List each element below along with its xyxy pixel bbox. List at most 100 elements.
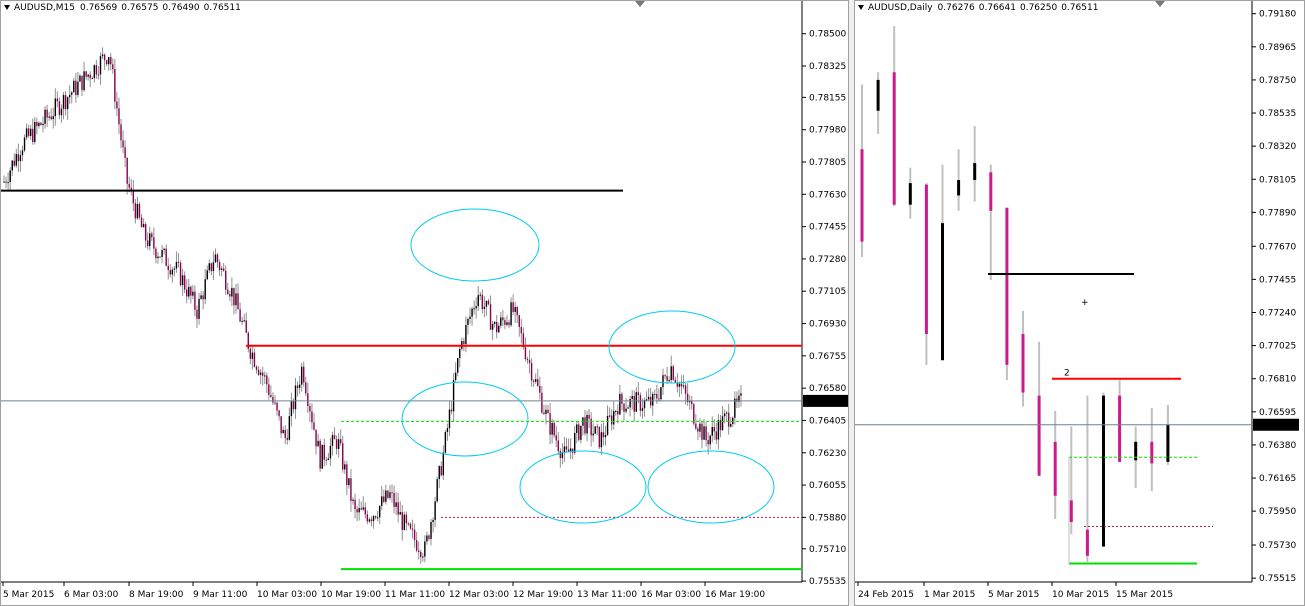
- candle-body: [621, 393, 623, 404]
- candle-body: [327, 458, 330, 460]
- menu-triangle-icon[interactable]: [4, 5, 10, 10]
- candle-body: [512, 302, 514, 312]
- candle-body: [682, 385, 685, 387]
- time-tick-label: 5 Mar 2015: [3, 590, 54, 600]
- candle-body: [147, 240, 149, 247]
- candle-body: [5, 181, 7, 183]
- price-tick-label: 0.78965: [1259, 43, 1296, 53]
- candle-body: [707, 440, 709, 445]
- candle-body: [434, 501, 436, 520]
- candle-body: [305, 382, 307, 394]
- candle-body: [469, 316, 471, 319]
- candle-body: [473, 308, 475, 310]
- candle-body: [378, 505, 381, 518]
- candle-body: [366, 514, 369, 522]
- candle-body: [740, 393, 742, 396]
- candle-body: [549, 413, 551, 435]
- chart-shift-arrow-icon[interactable]: [1155, 1, 1165, 7]
- time-tick-label: 16 Mar 03:00: [641, 590, 701, 600]
- candle-body: [397, 502, 399, 515]
- m15-chart-svg[interactable]: 0.78500 0.78325 0.78155 0.77980 0.77805 0.776…: [1, 1, 849, 606]
- candle-body: [383, 496, 385, 502]
- ellipse-annotation[interactable]: [647, 450, 775, 524]
- candle-body: [631, 396, 633, 399]
- time-tick-label: 10 Mar 2015: [1052, 590, 1109, 600]
- ellipse-annotation[interactable]: [519, 450, 647, 524]
- price-tick-label: 0.76405: [809, 416, 846, 426]
- candle-body: [120, 124, 122, 141]
- candle-body: [860, 149, 864, 242]
- candle-body: [237, 293, 239, 310]
- candle-body: [450, 409, 453, 412]
- candle-body: [46, 109, 48, 118]
- candle-body: [220, 268, 223, 270]
- candle-body: [42, 123, 44, 126]
- chart-window-daily[interactable]: AUDUSD,Daily 0.76276 0.76641 0.76250 0.76511…: [854, 0, 1305, 606]
- ellipse-annotation[interactable]: [401, 381, 529, 457]
- menu-triangle-icon[interactable]: [858, 5, 864, 10]
- candle-body: [444, 432, 447, 453]
- price-tick-label: 0.78325: [809, 62, 846, 72]
- candle-body: [459, 348, 461, 358]
- candle-body: [276, 402, 278, 411]
- price-tick-label: 0.76230: [809, 449, 846, 459]
- candle-body: [489, 304, 492, 330]
- annotation-number-label: 2: [1064, 369, 1070, 379]
- candle-body: [138, 203, 141, 218]
- candle-body: [360, 508, 362, 510]
- candle-body: [157, 256, 159, 259]
- candle-body: [292, 401, 295, 410]
- candle-body: [652, 393, 654, 406]
- candle-body: [149, 233, 151, 247]
- candle-body: [1166, 424, 1170, 462]
- candle-body: [87, 74, 89, 77]
- daily-chart-svg[interactable]: 0.79180 0.78965 0.78750 0.78535 0.78320 0.781…: [855, 1, 1305, 606]
- chart-window-m15[interactable]: AUDUSD,M15 0.76569 0.76575 0.76490 0.76511 0…: [0, 0, 849, 606]
- candle-body: [508, 322, 510, 326]
- candle-body: [342, 443, 344, 470]
- candle-body: [615, 410, 617, 412]
- candle-body: [73, 80, 75, 93]
- candle-body: [518, 315, 520, 327]
- candle-body: [91, 78, 93, 80]
- candle-body: [481, 294, 484, 309]
- candle-body: [713, 427, 716, 432]
- candle-body: [487, 300, 490, 305]
- candle-body: [1069, 500, 1073, 522]
- candle-body: [181, 275, 184, 286]
- candle-body: [452, 379, 455, 412]
- candle-body: [422, 556, 424, 558]
- ellipse-annotation[interactable]: [410, 208, 540, 282]
- candle-body: [664, 375, 666, 377]
- candle-body: [666, 376, 668, 381]
- candle-body: [684, 385, 687, 394]
- candle-body: [268, 384, 270, 395]
- candle-body: [253, 352, 256, 367]
- candle-body: [339, 439, 342, 444]
- chart-shift-arrow-icon[interactable]: [635, 1, 645, 7]
- candle-body: [417, 550, 420, 552]
- candle-body: [321, 444, 323, 469]
- candle-body: [25, 128, 28, 138]
- candle-body: [1085, 529, 1089, 556]
- candle-body: [212, 262, 215, 272]
- candle-body: [715, 431, 718, 440]
- candle-body: [81, 75, 83, 91]
- candle-body: [541, 392, 543, 413]
- candle-body: [415, 540, 418, 551]
- candle-body: [586, 414, 588, 434]
- candle-body: [36, 122, 38, 127]
- candle-body: [387, 490, 389, 498]
- quote-close: 0.76511: [203, 3, 241, 13]
- ellipse-annotation[interactable]: [608, 310, 736, 384]
- price-tick-label: 0.77980: [809, 126, 846, 136]
- candle-body: [1037, 395, 1041, 476]
- candle-body: [218, 262, 221, 270]
- candle-body: [442, 452, 445, 476]
- candle-body: [186, 289, 188, 297]
- candle-body: [68, 94, 71, 98]
- candle-body: [177, 261, 180, 263]
- candle-body: [354, 499, 356, 510]
- candle-body: [171, 269, 174, 275]
- candle-body: [411, 528, 414, 530]
